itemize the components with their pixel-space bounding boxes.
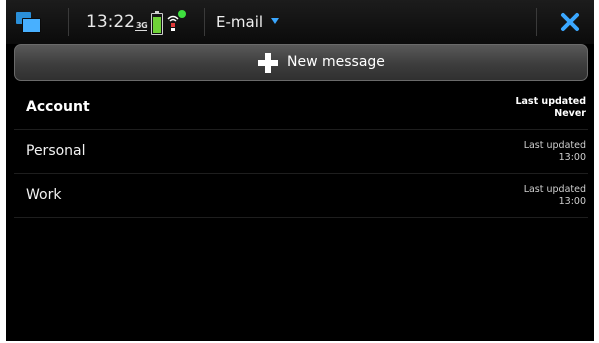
app-title[interactable]: E-mail <box>216 13 263 31</box>
close-icon[interactable] <box>559 11 581 33</box>
last-updated-header: Last updated Never <box>515 96 586 119</box>
network-type-label: 3G <box>136 21 148 30</box>
status-divider <box>204 8 205 36</box>
signal-bars-icon <box>135 30 147 31</box>
account-row-work[interactable]: Work Last updated 13:00 <box>14 173 588 218</box>
email-screen: 13:22 3G E-mail New message Account Last… <box>6 0 594 341</box>
account-name: Work <box>26 187 62 203</box>
account-column-header: Account <box>26 99 90 115</box>
status-bar: 13:22 3G E-mail <box>6 0 594 44</box>
list-header: Account Last updated Never <box>14 85 588 130</box>
account-row-personal[interactable]: Personal Last updated 13:00 <box>14 129 588 174</box>
battery-icon <box>151 11 163 35</box>
plus-icon <box>258 53 278 73</box>
task-switcher-icon[interactable] <box>16 12 41 33</box>
clock[interactable]: 13:22 <box>86 12 135 32</box>
account-last-updated: Last updated 13:00 <box>523 184 586 207</box>
account-last-updated: Last updated 13:00 <box>523 140 586 163</box>
wifi-icon <box>166 8 188 36</box>
new-message-label: New message <box>287 54 385 70</box>
status-divider <box>536 8 537 36</box>
chevron-down-icon[interactable] <box>271 18 279 24</box>
status-divider <box>68 8 69 36</box>
account-name: Personal <box>26 143 86 159</box>
new-message-button[interactable]: New message <box>14 44 588 81</box>
